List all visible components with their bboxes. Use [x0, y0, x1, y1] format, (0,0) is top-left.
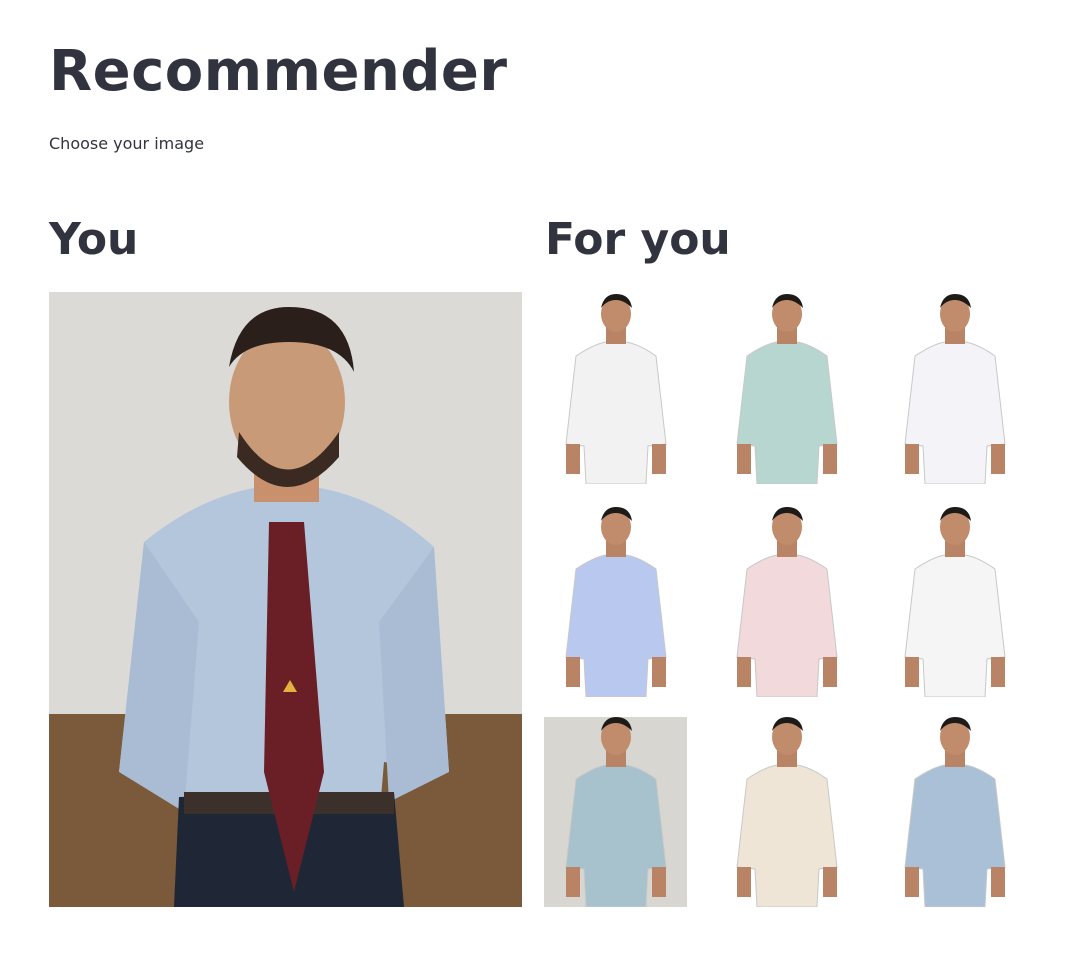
recommendation-item[interactable]: [544, 294, 687, 484]
user-photo: [49, 292, 522, 907]
you-heading: You: [49, 214, 139, 265]
pink-shirt-icon: [715, 507, 858, 697]
check-shirt-icon: [883, 717, 1026, 907]
person-photo-icon: [49, 292, 522, 907]
white-sport-tee-icon: [883, 294, 1026, 484]
recommendation-item[interactable]: [883, 717, 1026, 907]
puma-blue-tee-icon: [544, 717, 687, 907]
sleeveless-sport-top-icon: [544, 294, 687, 484]
graphic-tee-icon: [883, 507, 1026, 697]
recommendation-item[interactable]: [715, 717, 858, 907]
for-you-heading: For you: [545, 214, 731, 265]
mint-striped-shirt-icon: [715, 294, 858, 484]
recommendation-item[interactable]: [883, 294, 1026, 484]
recommendation-item[interactable]: [883, 507, 1026, 697]
recommendation-item[interactable]: [715, 507, 858, 697]
choose-image-caption: Choose your image: [49, 134, 205, 153]
recommendation-item[interactable]: [544, 507, 687, 697]
lavender-polo-icon: [544, 507, 687, 697]
recommendation-item[interactable]: [544, 717, 687, 907]
beige-shirt-icon: [715, 717, 858, 907]
page-title: Recommender: [49, 39, 508, 104]
recommendation-item[interactable]: [715, 294, 858, 484]
